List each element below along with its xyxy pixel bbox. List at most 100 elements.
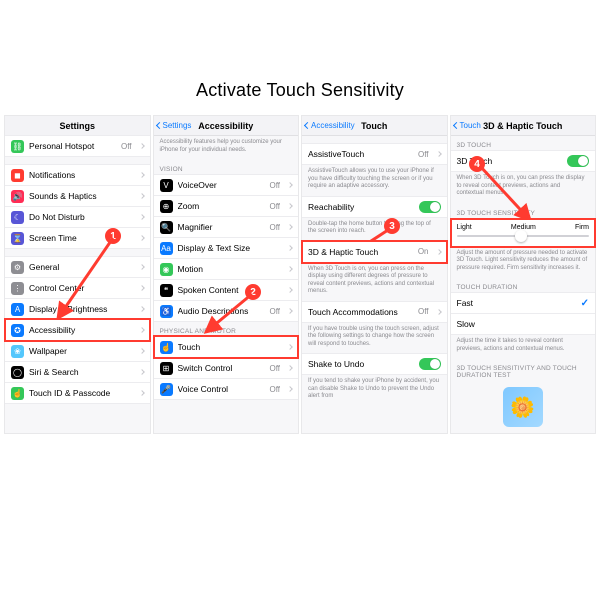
row-assistivetouch[interactable]: AssistiveTouch Off	[302, 143, 447, 165]
row-general[interactable]: ⚙ General	[5, 256, 150, 278]
toggle-3d-touch[interactable]	[567, 155, 589, 167]
chevron-right-icon	[436, 151, 442, 157]
chevron-right-icon	[287, 287, 293, 293]
badge-4: 4	[469, 156, 485, 172]
toggle-shake-undo[interactable]	[419, 358, 441, 370]
app-icon: 🔍	[160, 221, 173, 234]
row-touch-accommodations[interactable]: Touch Accommodations Off	[302, 301, 447, 323]
row-screen-time[interactable]: ⌛ Screen Time	[5, 227, 150, 249]
chevron-left-icon	[155, 122, 162, 129]
row-control-center[interactable]: ⋮ Control Center	[5, 277, 150, 299]
chevron-right-icon	[287, 344, 293, 350]
sensitivity-slider[interactable]: Light Medium Firm	[451, 219, 596, 247]
app-icon: ◯	[11, 366, 24, 379]
app-icon: ⊕	[160, 200, 173, 213]
slider-thumb[interactable]	[515, 230, 527, 242]
app-icon: ◼	[11, 169, 24, 182]
row-wallpaper[interactable]: ❀ Wallpaper	[5, 340, 150, 362]
chevron-right-icon	[139, 390, 145, 396]
chevron-right-icon	[139, 369, 145, 375]
app-icon: ☝	[160, 341, 173, 354]
row-sounds-haptics[interactable]: 🔊 Sounds & Haptics	[5, 185, 150, 207]
app-icon: 🎤	[160, 383, 173, 396]
row-voiceover[interactable]: V VoiceOver Off	[154, 174, 299, 196]
app-icon: ☾	[11, 211, 24, 224]
chevron-right-icon	[436, 249, 442, 255]
app-icon: A	[11, 303, 24, 316]
chevron-right-icon	[139, 327, 145, 333]
header-3d-haptic: Touch 3D & Haptic Touch	[451, 116, 596, 136]
row-display-text-size[interactable]: Aa Display & Text Size	[154, 237, 299, 259]
check-icon: ✓	[581, 298, 589, 309]
app-icon: Aa	[160, 242, 173, 255]
back-to-touch[interactable]: Touch	[454, 121, 481, 130]
row-notifications[interactable]: ◼ Notifications	[5, 164, 150, 186]
chevron-right-icon	[287, 203, 293, 209]
app-icon: ⌛	[11, 232, 24, 245]
panel-touch: Accessibility Touch AssistiveTouch Off A…	[301, 115, 448, 434]
toggle-reachability[interactable]	[419, 201, 441, 213]
app-icon: ⋮	[11, 282, 24, 295]
panel-accessibility: Settings Accessibility Accessibility fea…	[153, 115, 300, 434]
page-title: Activate Touch Sensitivity	[4, 80, 596, 101]
row-shake-to-undo[interactable]: Shake to Undo	[302, 353, 447, 375]
header-settings: Settings	[5, 116, 150, 136]
row-touch[interactable]: ☝ Touch	[154, 336, 299, 358]
app-icon: ☝	[11, 387, 24, 400]
app-icon: ⛓	[11, 140, 24, 153]
chevron-right-icon	[287, 245, 293, 251]
chevron-left-icon	[452, 122, 459, 129]
row-voice-control[interactable]: 🎤 Voice Control Off	[154, 378, 299, 400]
chevron-right-icon	[139, 235, 145, 241]
panel-settings: Settings ⛓ Personal Hotspot Off ◼ Notifi…	[4, 115, 151, 434]
app-icon: ⊞	[160, 362, 173, 375]
header-accessibility: Settings Accessibility	[154, 116, 299, 136]
row-siri-search[interactable]: ◯ Siri & Search	[5, 361, 150, 383]
app-icon: ❝	[160, 284, 173, 297]
row-display-brightness[interactable]: A Display & Brightness	[5, 298, 150, 320]
header-touch: Accessibility Touch	[302, 116, 447, 136]
row-motion[interactable]: ◉ Motion	[154, 258, 299, 280]
chevron-right-icon	[139, 285, 145, 291]
poppy-image[interactable]: 🌼	[503, 387, 543, 427]
row-fast[interactable]: Fast ✓	[451, 292, 596, 314]
app-icon: 🔊	[11, 190, 24, 203]
chevron-right-icon	[139, 264, 145, 270]
app-icon: ♿	[160, 305, 173, 318]
badge-3: 3	[384, 218, 400, 234]
chevron-right-icon	[287, 182, 293, 188]
chevron-right-icon	[287, 386, 293, 392]
row-touch-id-passcode[interactable]: ☝ Touch ID & Passcode	[5, 382, 150, 404]
badge-1: 1	[105, 228, 121, 244]
app-icon: ✪	[11, 324, 24, 337]
row-reachability[interactable]: Reachability	[302, 196, 447, 218]
app-icon: ⚙	[11, 261, 24, 274]
row-zoom[interactable]: ⊕ Zoom Off	[154, 195, 299, 217]
row-3d-haptic-touch[interactable]: 3D & Haptic Touch On	[302, 241, 447, 263]
chevron-right-icon	[139, 172, 145, 178]
row-switch-control[interactable]: ⊞ Switch Control Off	[154, 357, 299, 379]
app-icon: V	[160, 179, 173, 192]
chevron-right-icon	[139, 193, 145, 199]
chevron-right-icon	[139, 214, 145, 220]
chevron-right-icon	[436, 309, 442, 315]
chevron-right-icon	[139, 348, 145, 354]
chevron-right-icon	[287, 308, 293, 314]
badge-2: 2	[245, 284, 261, 300]
back-to-accessibility[interactable]: Accessibility	[305, 121, 355, 130]
row-audio-descriptions[interactable]: ♿ Audio Descriptions Off	[154, 300, 299, 322]
chevron-right-icon	[139, 143, 145, 149]
row-personal-hotspot[interactable]: ⛓ Personal Hotspot Off	[5, 135, 150, 157]
app-icon: ❀	[11, 345, 24, 358]
chevron-left-icon	[304, 122, 311, 129]
row-spoken-content[interactable]: ❝ Spoken Content	[154, 279, 299, 301]
app-icon: ◉	[160, 263, 173, 276]
chevron-right-icon	[287, 266, 293, 272]
chevron-right-icon	[287, 224, 293, 230]
row-do-not-disturb[interactable]: ☾ Do Not Disturb	[5, 206, 150, 228]
row-slow[interactable]: Slow	[451, 313, 596, 335]
chevron-right-icon	[287, 365, 293, 371]
back-to-settings[interactable]: Settings	[157, 121, 192, 130]
row-accessibility[interactable]: ✪ Accessibility	[5, 319, 150, 341]
row-magnifier[interactable]: 🔍 Magnifier Off	[154, 216, 299, 238]
